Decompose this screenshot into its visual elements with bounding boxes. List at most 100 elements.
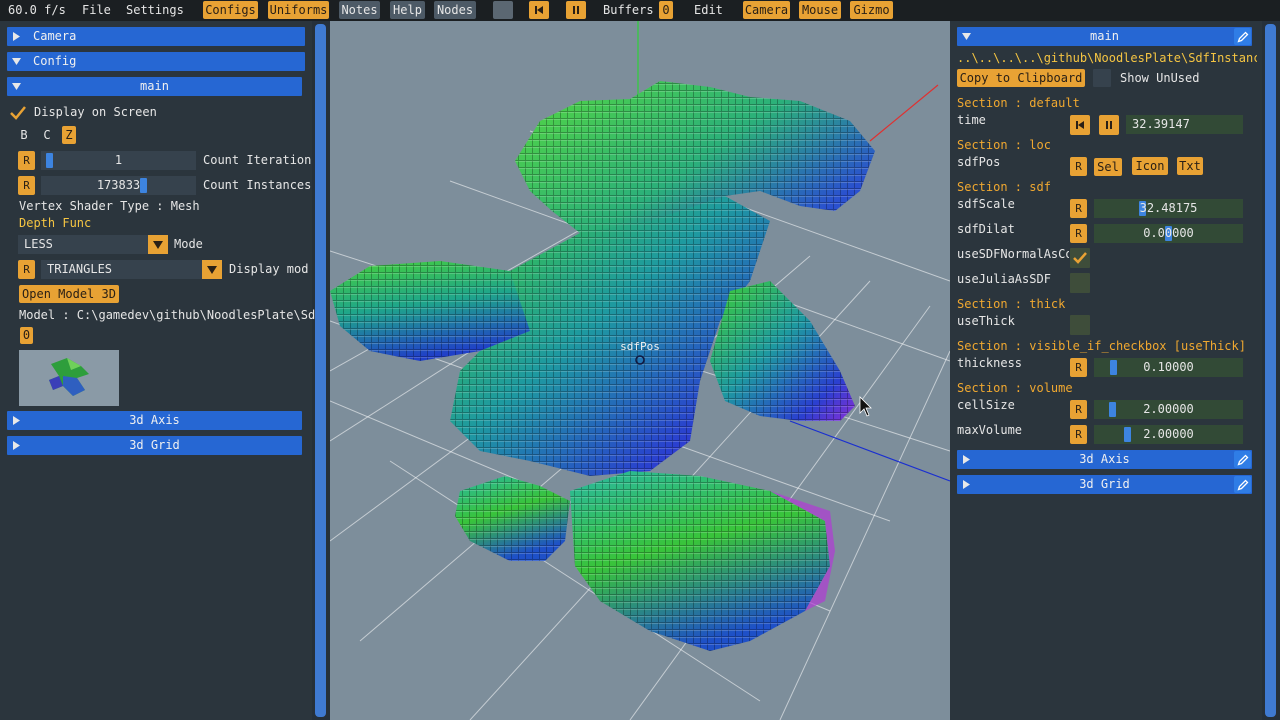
display-on-screen-label: Display on Screen [34,105,157,119]
open-model-button[interactable]: Open Model 3D [19,285,119,303]
count-instances-slider[interactable]: 173833 [41,176,196,195]
shader-path: ..\..\..\..\github\NoodlesPlate\SdfInsta… [957,51,1257,65]
axis-uniforms-header[interactable]: 3d Axis [957,450,1252,469]
usesdfnormal-checkbox[interactable] [1070,248,1090,268]
left-scrollbar[interactable] [312,21,330,720]
z-axis-line [789,420,950,482]
section-visible: Section : visible_if_checkbox [useThick] [957,339,1246,353]
model-path: Model : C:\gamedev\github\NoodlesPlate\S… [19,308,316,322]
count-iteration-slider[interactable]: 1 [41,151,196,170]
chevron-down-icon [148,235,168,254]
sdfscale-slider[interactable]: 32.48175 [1094,199,1243,218]
rewind-button[interactable] [529,1,549,19]
grid-header[interactable]: 3d Grid [7,436,302,455]
skip-back-icon [1076,121,1084,129]
checkmark-icon [10,106,26,120]
display-on-screen-checkbox[interactable] [8,103,28,123]
uniforms-toggle[interactable]: Uniforms [268,1,329,19]
maxvolume-slider[interactable]: 2.00000 [1094,425,1243,444]
pause-icon [573,6,579,14]
copy-to-clipboard-button[interactable]: Copy to Clipboard [957,69,1085,87]
buffers-count-button[interactable]: 0 [659,1,673,19]
edit-button[interactable] [1234,28,1251,45]
gizmo-toggle[interactable]: Gizmo [850,1,893,19]
camera-header[interactable]: Camera [7,27,305,46]
menu-bar: 60.0 f/s File Settings Configs Uniforms … [0,0,1280,21]
display-mode-combo[interactable]: TRIANGLES [41,260,222,279]
usejulia-checkbox[interactable] [1070,273,1090,293]
reset-sdfscale-button[interactable]: R [1070,199,1087,218]
edit-button[interactable] [1234,476,1251,493]
main-uniforms-header[interactable]: main [957,27,1252,46]
x-axis-line [869,84,939,142]
section-default: Section : default [957,96,1080,110]
menu-edit[interactable]: Edit [694,3,723,18]
checkmark-icon [1073,252,1087,264]
time-rewind-button[interactable] [1070,115,1090,135]
pencil-icon [1236,454,1248,466]
triangle-right-icon [13,32,20,41]
menu-settings[interactable]: Settings [126,3,184,18]
color-swatch-button[interactable] [493,1,513,19]
reset-cellsize-button[interactable]: R [1070,400,1087,419]
section-loc: Section : loc [957,138,1051,152]
depth-func-title: Depth Func [19,216,92,230]
reset-maxvolume-button[interactable]: R [1070,425,1087,444]
mouse-toggle[interactable]: Mouse [799,1,841,19]
reset-sdfdilat-button[interactable]: R [1070,224,1087,243]
right-scrollbar[interactable] [1262,21,1280,720]
vertex-shader-type: Vertex Shader Type : Mesh [19,199,200,213]
right-scrollbar-thumb[interactable] [1265,24,1276,717]
section-sdf: Section : sdf [957,180,1051,194]
skip-back-icon [535,6,543,14]
fps-counter: 60.0 f/s [8,3,66,17]
txt-button[interactable]: Txt [1177,157,1203,175]
main-config-header[interactable]: main [7,77,302,96]
sel-button[interactable]: Sel [1094,158,1122,176]
menu-file[interactable]: File [82,3,111,18]
c-button[interactable]: C [40,126,54,144]
depth-mode-combo[interactable]: LESS [18,235,168,254]
reset-thickness-button[interactable]: R [1070,358,1087,377]
cellsize-slider[interactable]: 2.00000 [1094,400,1243,419]
sdfscale-label: sdfScale [957,197,1015,211]
reset-sdfpos-button[interactable]: R [1070,157,1087,176]
show-unused-checkbox[interactable] [1093,69,1111,87]
configs-toggle[interactable]: Configs [203,1,258,19]
notes-toggle[interactable]: Notes [339,1,380,19]
cellsize-label: cellSize [957,398,1015,412]
axis-header[interactable]: 3d Axis [7,411,302,430]
reset-count-instances-button[interactable]: R [18,176,35,195]
thickness-slider[interactable]: 0.10000 [1094,358,1243,377]
usethick-checkbox[interactable] [1070,315,1090,335]
pause-button[interactable] [566,1,586,19]
reset-display-mode-button[interactable]: R [18,260,35,279]
buffers-label: Buffers [603,3,654,17]
sdfdilat-label: sdfDilat [957,222,1015,236]
left-panel: Camera Config main Display on Screen B C… [0,21,330,720]
time-pause-button[interactable] [1099,115,1119,135]
reset-count-iteration-button[interactable]: R [18,151,35,170]
triangle-down-icon [12,58,21,65]
model-index-button[interactable]: 0 [20,327,33,344]
left-scrollbar-thumb[interactable] [315,24,326,717]
icon-button[interactable]: Icon [1132,157,1168,175]
nodes-toggle[interactable]: Nodes [434,1,476,19]
config-header[interactable]: Config [7,52,305,71]
camera-toggle[interactable]: Camera [743,1,790,19]
3d-viewport[interactable]: sdfPos [330,21,950,720]
edit-button[interactable] [1234,451,1251,468]
usejulia-label: useJuliaAsSDF [957,272,1051,286]
time-value-field[interactable]: 32.39147 [1126,115,1243,134]
help-toggle[interactable]: Help [390,1,425,19]
depth-mode-label: Mode [174,237,203,251]
model-thumbnail[interactable] [19,350,119,406]
b-button[interactable]: B [17,126,31,144]
sdfdilat-slider[interactable]: 0.00000 [1094,224,1243,243]
viewport-scene: sdfPos [330,21,950,720]
usethick-label: useThick [957,314,1015,328]
pencil-icon [1236,31,1248,43]
pencil-icon [1236,479,1248,491]
grid-uniforms-header[interactable]: 3d Grid [957,475,1252,494]
z-button[interactable]: Z [62,126,76,144]
